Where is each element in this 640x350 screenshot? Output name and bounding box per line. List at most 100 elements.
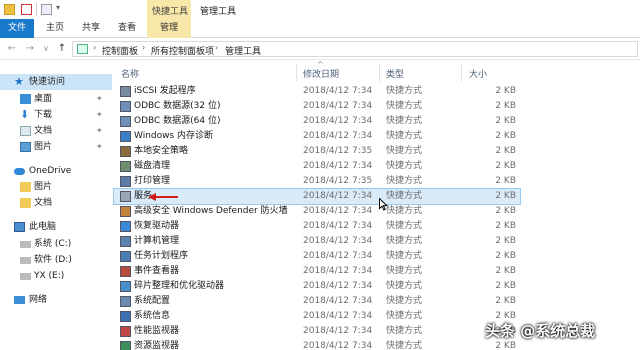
- chevron-down-icon[interactable]: ∨: [40, 42, 52, 56]
- table-row[interactable]: Windows 内存诊断 2018/4/12 7:34 快捷方式 2 KB: [114, 129, 520, 144]
- control-panel-icon: [77, 44, 88, 54]
- column-header-date[interactable]: 修改日期: [303, 67, 339, 80]
- sidebar-item-onedrive[interactable]: OneDrive: [0, 163, 112, 179]
- sidebar-item-pictures[interactable]: 图片 ✦: [0, 139, 112, 155]
- file-name: ODBC 数据源(32 位): [134, 101, 221, 111]
- sidebar-item-network[interactable]: 网络: [0, 292, 112, 308]
- table-row[interactable]: 资源监视器 2018/4/12 7:34 快捷方式 2 KB: [114, 339, 520, 350]
- file-date: 2018/4/12 7:34: [303, 191, 373, 201]
- chevron-right-icon: ›: [142, 43, 146, 52]
- sidebar-item-label: 图片: [34, 182, 53, 192]
- sidebar-item-drive-c[interactable]: 系统 (C:): [0, 236, 112, 252]
- table-row[interactable]: ODBC 数据源(64 位) 2018/4/12 7:34 快捷方式 2 KB: [114, 114, 520, 129]
- properties-icon[interactable]: [21, 4, 32, 15]
- annotation-arrowhead: [148, 193, 156, 201]
- pin-icon[interactable]: ✦: [96, 107, 103, 123]
- pin-icon[interactable]: ✦: [96, 139, 103, 155]
- sidebar-item-this-pc[interactable]: 此电脑: [0, 219, 112, 235]
- sidebar-item-drive-d[interactable]: 软件 (D:): [0, 252, 112, 268]
- table-row[interactable]: 性能监视器 2018/4/12 7:34 快捷方式 2 KB: [114, 324, 520, 339]
- file-type: 快捷方式: [386, 176, 423, 186]
- sidebar-item-desktop[interactable]: 桌面 ✦: [0, 91, 112, 107]
- tab-view[interactable]: 查看: [112, 19, 142, 38]
- address-row: ← → ∨ ↑ › 控制面板 › 所有控制面板项 › 管理工具: [0, 38, 640, 60]
- table-row[interactable]: 系统信息 2018/4/12 7:34 快捷方式 2 KB: [114, 309, 520, 324]
- shortcut-icon: [120, 131, 131, 142]
- file-date: 2018/4/12 7:34: [303, 161, 373, 171]
- file-type: 快捷方式: [386, 266, 423, 276]
- sidebar-item-downloads[interactable]: ⬇ 下载 ✦: [0, 107, 112, 123]
- file-type: 快捷方式: [386, 326, 423, 336]
- file-date: 2018/4/12 7:34: [303, 281, 373, 291]
- shortcut-icon: [120, 266, 131, 277]
- file-type: 快捷方式: [386, 281, 423, 291]
- shortcut-icon: [120, 251, 131, 262]
- tab-manage[interactable]: 管理: [147, 19, 191, 38]
- table-row[interactable]: iSCSI 发起程序 2018/4/12 7:34 快捷方式 2 KB: [114, 84, 520, 99]
- sidebar-item-quick-access[interactable]: ★ 快速访问: [0, 74, 112, 90]
- table-row[interactable]: ODBC 数据源(32 位) 2018/4/12 7:34 快捷方式 2 KB: [114, 99, 520, 114]
- breadcrumb-control-panel[interactable]: 控制面板: [102, 44, 138, 57]
- table-row[interactable]: 计算机管理 2018/4/12 7:34 快捷方式 2 KB: [114, 234, 520, 249]
- file-name: iSCSI 发起程序: [134, 86, 196, 96]
- file-name: 任务计划程序: [134, 251, 189, 261]
- file-type: 快捷方式: [386, 221, 423, 231]
- breadcrumb-admin-tools[interactable]: 管理工具: [225, 44, 261, 57]
- file-date: 2018/4/12 7:35: [303, 146, 373, 156]
- table-row[interactable]: 任务计划程序 2018/4/12 7:34 快捷方式 2 KB: [114, 249, 520, 264]
- column-divider[interactable]: [296, 64, 297, 82]
- chevron-down-icon[interactable]: ▾: [56, 3, 60, 12]
- navigation-pane: ★ 快速访问 桌面 ✦ ⬇ 下载 ✦ 文档 ✦ 图片 ✦ OneDrive 图片…: [0, 60, 112, 350]
- column-header-name[interactable]: 名称: [121, 67, 139, 80]
- file-size: 2 KB: [495, 86, 516, 96]
- address-bar[interactable]: › 控制面板 › 所有控制面板项 › 管理工具: [72, 41, 638, 57]
- drive-icon: [20, 273, 31, 280]
- star-icon: ★: [14, 75, 24, 88]
- table-row[interactable]: 事件查看器 2018/4/12 7:34 快捷方式 2 KB: [114, 264, 520, 279]
- shortcut-icon: [120, 161, 131, 172]
- sidebar-item-drive-e[interactable]: YX (E:): [0, 268, 112, 284]
- sidebar-item-onedrive-documents[interactable]: 文档: [0, 195, 112, 211]
- shortcut-icon: [120, 191, 131, 202]
- file-size: 2 KB: [495, 206, 516, 216]
- table-row[interactable]: 本地安全策略 2018/4/12 7:35 快捷方式 2 KB: [114, 144, 520, 159]
- tab-share[interactable]: 共享: [76, 19, 106, 38]
- file-name: 磁盘清理: [134, 161, 171, 171]
- window-title: 管理工具: [200, 7, 237, 17]
- file-size: 2 KB: [495, 116, 516, 126]
- table-row[interactable]: 高级安全 Windows Defender 防火墙 2018/4/12 7:34 快…: [114, 204, 520, 219]
- table-row[interactable]: 碎片整理和优化驱动器 2018/4/12 7:34 快捷方式 2 KB: [114, 279, 520, 294]
- table-row[interactable]: 系统配置 2018/4/12 7:34 快捷方式 2 KB: [114, 294, 520, 309]
- column-divider[interactable]: [379, 64, 380, 82]
- column-header-type[interactable]: 类型: [386, 67, 404, 80]
- chevron-right-icon: ›: [215, 43, 219, 52]
- up-icon[interactable]: ↑: [56, 42, 68, 56]
- shortcut-icon: [120, 341, 131, 350]
- column-header-row: ^ 名称 修改日期 类型 大小: [114, 60, 640, 82]
- sidebar-item-label: OneDrive: [29, 166, 72, 176]
- back-icon[interactable]: ←: [6, 42, 18, 56]
- sidebar-item-onedrive-pictures[interactable]: 图片: [0, 179, 112, 195]
- chevron-right-icon: ›: [93, 43, 97, 52]
- new-folder-icon[interactable]: [41, 4, 52, 15]
- table-row[interactable]: 打印管理 2018/4/12 7:35 快捷方式 2 KB: [114, 174, 520, 189]
- folder-icon[interactable]: [4, 4, 15, 15]
- sidebar-item-label: 文档: [34, 126, 53, 136]
- shortcut-icon: [120, 116, 131, 127]
- sidebar-item-label: 快速访问: [29, 77, 66, 87]
- column-header-size[interactable]: 大小: [469, 67, 487, 80]
- table-row[interactable]: 恢复驱动器 2018/4/12 7:34 快捷方式 2 KB: [114, 219, 520, 234]
- file-name: 系统信息: [134, 311, 171, 321]
- breadcrumb-all-items[interactable]: 所有控制面板项: [151, 44, 214, 57]
- pin-icon[interactable]: ✦: [96, 91, 103, 107]
- pin-icon[interactable]: ✦: [96, 123, 103, 139]
- file-name: 事件查看器: [134, 266, 180, 276]
- sidebar-item-documents[interactable]: 文档 ✦: [0, 123, 112, 139]
- tab-home[interactable]: 主页: [40, 19, 70, 38]
- file-type: 快捷方式: [386, 131, 423, 141]
- tab-file[interactable]: 文件: [0, 19, 34, 38]
- column-divider[interactable]: [461, 64, 462, 82]
- forward-icon[interactable]: →: [24, 42, 36, 56]
- shortcut-icon: [120, 326, 131, 337]
- table-row[interactable]: 磁盘清理 2018/4/12 7:34 快捷方式 2 KB: [114, 159, 520, 174]
